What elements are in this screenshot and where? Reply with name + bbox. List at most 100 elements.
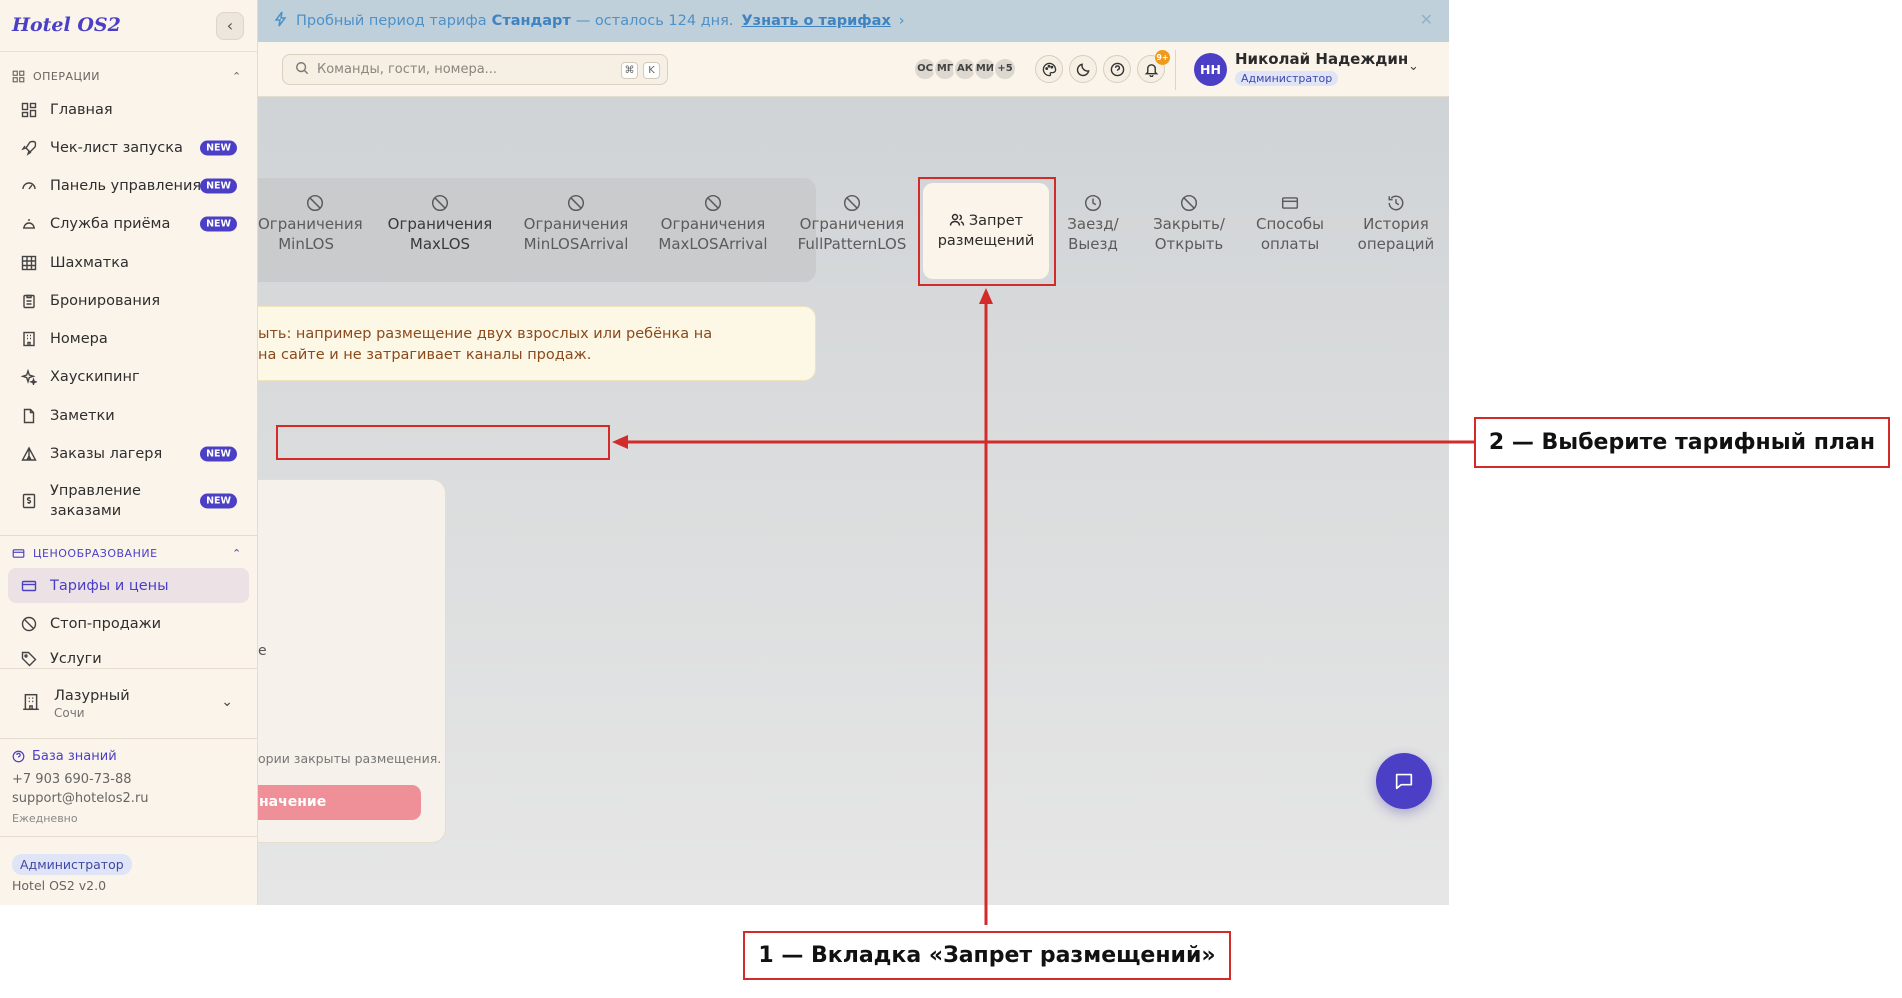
tab-label: Заезд/	[1067, 215, 1119, 233]
support-email[interactable]: support@hotelos2.ru	[12, 791, 149, 806]
chevron-down-icon[interactable]: ⌄	[1408, 59, 1419, 74]
sidebar-item-label: Шахматка	[50, 254, 129, 271]
gauge-icon	[20, 177, 38, 195]
search-icon	[295, 60, 309, 79]
tab-payment-methods[interactable]: Способы оплаты	[1246, 194, 1334, 254]
new-badge: NEW	[200, 178, 237, 193]
kbd-k: K	[643, 62, 660, 79]
sidebar-item-front-desk[interactable]: Служба приёма NEW	[8, 206, 249, 241]
sidebar-item-stop-sales[interactable]: Стоп-продажи	[8, 606, 249, 641]
help-circle-icon	[1110, 62, 1124, 76]
sidebar-divider	[0, 738, 258, 739]
chevron-right-icon: ›	[898, 13, 905, 29]
tab-fullpatternlos[interactable]: Ограничения FullPatternLOS	[790, 194, 914, 254]
tab-occupancy-ban[interactable]: Запрет размещений	[923, 183, 1049, 279]
chat-button[interactable]	[1376, 753, 1432, 809]
brand-logo[interactable]: Hotel OS2	[12, 14, 121, 36]
ban-icon	[20, 615, 38, 633]
sidebar-item-home[interactable]: Главная	[8, 92, 249, 127]
online-users[interactable]: ОС МГ АК МИ +5	[913, 57, 1017, 81]
hotel-switcher[interactable]: Лазурный Сочи ⌄	[8, 682, 249, 726]
sidebar-item-label: Управление заказами	[50, 483, 141, 519]
knowledge-base-label: База знаний	[32, 749, 117, 764]
avatar-more[interactable]: +5	[993, 57, 1017, 81]
section-pricing[interactable]: ЦЕНООБРАЗОВАНИЕ	[12, 547, 158, 560]
sidebar-item-services[interactable]: Услуги	[8, 644, 249, 674]
banner-plans-link[interactable]: Узнать о тарифах	[742, 13, 891, 29]
user-name[interactable]: Николай Надеждин	[1235, 50, 1408, 68]
help-circle-icon	[12, 750, 25, 763]
ban-icon	[306, 194, 324, 212]
building-icon	[22, 693, 40, 715]
ban-icon	[704, 194, 722, 212]
section-operations[interactable]: ОПЕРАЦИИ	[12, 70, 100, 83]
sidebar-item-notes[interactable]: Заметки	[8, 398, 249, 433]
chevron-up-icon[interactable]: ⌃	[232, 547, 241, 560]
palette-icon	[1042, 62, 1056, 76]
sidebar-item-label: Главная	[50, 101, 113, 118]
search-input[interactable]	[317, 62, 607, 77]
tab-label: Ограничения	[660, 215, 766, 233]
new-badge: NEW	[200, 140, 237, 155]
table-grid-icon	[20, 254, 38, 272]
building-icon	[20, 330, 38, 348]
moon-icon	[1076, 62, 1090, 76]
notifications-button[interactable]: 9+	[1137, 50, 1170, 83]
file-icon	[20, 407, 38, 425]
knowledge-base-link[interactable]: База знаний	[12, 749, 117, 764]
tab-label: История	[1363, 215, 1429, 233]
dark-mode-button[interactable]	[1069, 55, 1097, 83]
sidebar-item-rooms[interactable]: Номера	[8, 321, 249, 356]
sidebar-item-housekeeping[interactable]: Хаускипинг	[8, 359, 249, 394]
support-phone[interactable]: +7 903 690-73-88	[12, 772, 132, 787]
info-line-1: ыть: например размещение двух взрослых и…	[258, 326, 713, 342]
tab-close-open[interactable]: Закрыть/ Открыть	[1144, 194, 1234, 254]
history-icon	[1388, 195, 1404, 211]
sidebar-item-launch-checklist[interactable]: Чек-лист запуска NEW	[8, 130, 249, 165]
close-icon[interactable]: ✕	[1420, 10, 1433, 29]
rocket-icon	[20, 139, 38, 157]
theme-palette-button[interactable]	[1035, 55, 1063, 83]
dollar-doc-icon	[20, 492, 38, 510]
tab-label: Способы	[1256, 215, 1324, 233]
command-search[interactable]: ⌘ K	[282, 54, 668, 85]
tent-icon	[20, 445, 38, 463]
sidebar-item-rates-and-prices[interactable]: Тарифы и цены	[8, 568, 249, 603]
sidebar-item-order-management[interactable]: Управление заказами NEW	[8, 477, 249, 525]
assign-button[interactable]: начение	[258, 785, 421, 820]
sidebar-item-label: Панель управления	[50, 177, 202, 194]
tab-minlos[interactable]: Ограничения MinLOS	[258, 194, 363, 254]
grid-icon	[12, 70, 25, 83]
sidebar-item-chessboard[interactable]: Шахматка	[8, 245, 249, 280]
sidebar-item-camp-orders[interactable]: Заказы лагеря NEW	[8, 436, 249, 471]
grid-icon	[20, 101, 38, 119]
app-version: Hotel OS2 v2.0	[12, 878, 107, 893]
tab-maxlos[interactable]: Ограничения MaxLOS	[380, 194, 500, 254]
collapse-sidebar-button[interactable]: ‹	[216, 12, 244, 40]
user-avatar[interactable]: НН	[1194, 53, 1227, 86]
chevron-down-icon: ⌄	[221, 694, 233, 710]
new-badge: NEW	[200, 493, 237, 509]
notification-count: 9+	[1155, 50, 1170, 65]
tab-checkin-checkout[interactable]: Заезд/ Выезд	[1060, 194, 1126, 254]
tab-label: Ограничения	[799, 215, 905, 233]
bell-desk-icon	[20, 215, 38, 233]
tab-label: FullPatternLOS	[797, 235, 907, 253]
tab-label: MinLOS	[278, 235, 334, 253]
clock-icon	[1084, 194, 1102, 212]
tab-operation-history[interactable]: История операций	[1350, 194, 1442, 254]
tab-label: MinLOSArrival	[523, 235, 629, 253]
sidebar-item-dashboard[interactable]: Панель управления NEW	[8, 168, 249, 203]
callout-step-1: 1 — Вкладка «Запрет размещений»	[743, 931, 1231, 980]
tab-minlosarrival[interactable]: Ограничения MinLOSArrival	[516, 194, 636, 254]
sidebar-item-bookings[interactable]: Бронирования	[8, 283, 249, 318]
card-icon	[1281, 197, 1299, 209]
chevron-up-icon[interactable]: ⌃	[232, 70, 241, 83]
banner-text: Пробный период тарифа	[296, 13, 487, 29]
ban-icon	[843, 194, 861, 212]
help-button[interactable]	[1103, 55, 1131, 83]
tab-maxlosarrival[interactable]: Ограничения MaxLOSArrival	[651, 194, 775, 254]
tab-label: Ограничения	[523, 215, 629, 233]
trial-banner: Пробный период тарифа Стандарт — осталос…	[258, 0, 1449, 42]
kbd-cmd: ⌘	[621, 62, 638, 79]
